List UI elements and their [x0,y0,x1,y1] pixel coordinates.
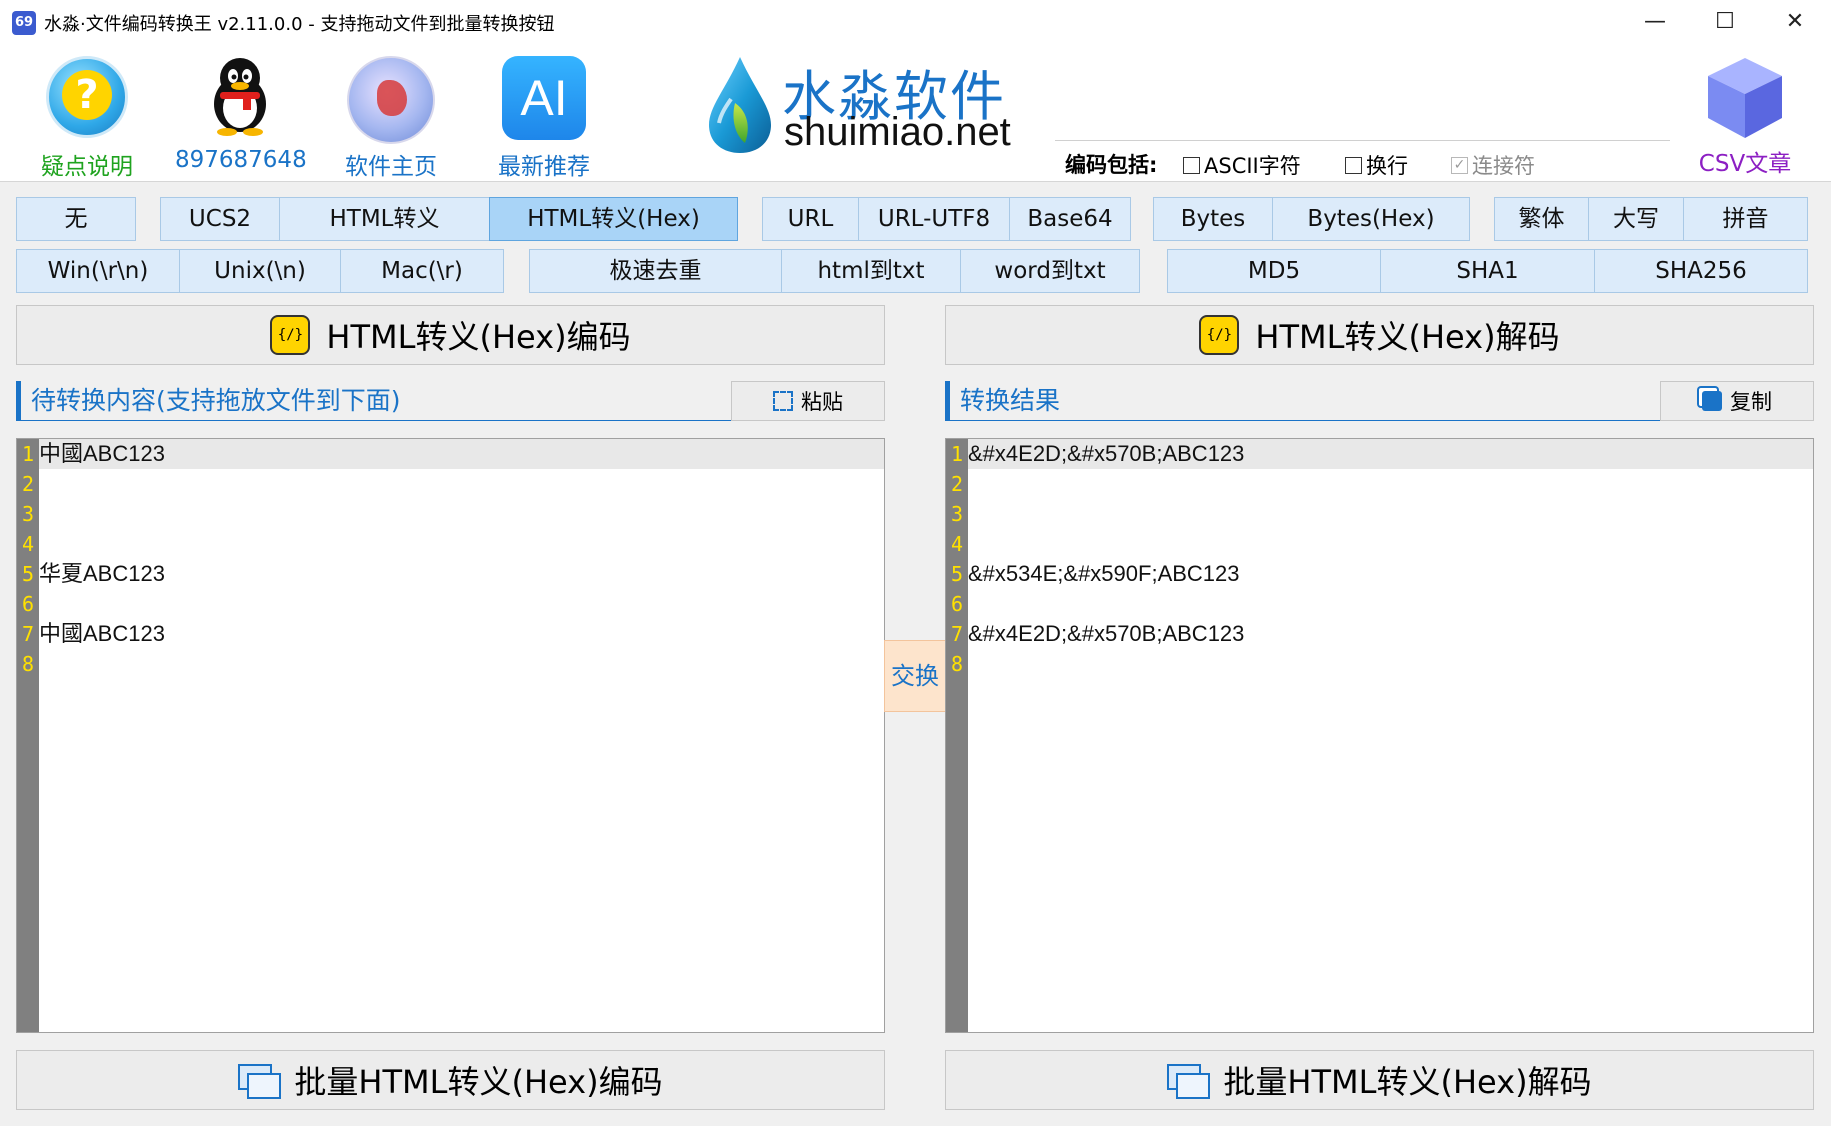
csv-article-link[interactable]: CSV文章 [1690,144,1800,178]
help-label: 疑点说明 [41,154,133,180]
mode-word-to-txt[interactable]: word到txt [960,249,1140,293]
mode-base64[interactable]: Base64 [1009,197,1131,241]
copy-button[interactable]: 复制 [1660,381,1814,421]
output-editor[interactable]: 1 &#x4E2D;&#x570B;ABC123 2 3 4 5 &#x534E;&… [945,438,1814,1033]
mode-fast-dedupe[interactable]: 极速去重 [529,249,782,293]
mode-url-utf8[interactable]: URL-UTF8 [858,197,1010,241]
cube-icon[interactable] [1700,52,1790,142]
ascii-checkbox-label: ASCII字符 [1204,154,1301,178]
mode-uppercase[interactable]: 大写 [1588,197,1684,241]
qq-penguin-icon [214,58,266,136]
checkbox-box[interactable] [1183,156,1200,174]
help-icon: ? [46,56,128,138]
line-text: 华夏ABC123 [39,561,165,586]
checkbox-box[interactable] [1345,156,1362,174]
mode-none[interactable]: 无 [16,197,136,241]
editor-line: 8 [21,652,35,676]
swap-button[interactable]: 交换 [884,640,946,712]
mode-html-to-txt[interactable]: html到txt [781,249,961,293]
editor-line: 6 [21,592,35,616]
batch-decode-button[interactable]: 批量HTML转义(Hex)解码 [945,1050,1814,1110]
encode-button[interactable]: {/} HTML转义(Hex)编码 [16,305,885,365]
homepage-button[interactable]: 软件主页 [326,52,456,182]
mode-unix-lf[interactable]: Unix(\n) [179,249,341,293]
mode-traditional[interactable]: 繁体 [1494,197,1589,241]
decode-button[interactable]: {/} HTML转义(Hex)解码 [945,305,1814,365]
line-text: 中國ABC123 [39,621,165,646]
qq-button[interactable]: 897687648 [175,52,307,182]
editor-line: 8 [950,652,964,676]
recommend-button[interactable]: AI 最新推荐 [479,52,609,182]
app-icon: 69 [12,11,36,35]
ai-icon: AI [502,56,586,140]
editor-line: 3 [950,502,964,526]
newline-checkbox-label: 换行 [1366,154,1408,178]
mode-html-escape-hex[interactable]: HTML转义(Hex) [489,197,738,241]
mode-html-escape[interactable]: HTML转义 [279,197,490,241]
newline-checkbox[interactable]: 换行 [1345,150,1408,180]
copy-icon [1702,391,1722,411]
join-checkbox: ✓ 连接符 [1451,150,1535,180]
globe-icon [347,56,435,144]
mode-ucs2[interactable]: UCS2 [160,197,280,241]
mode-bytes[interactable]: Bytes [1153,197,1273,241]
editor-line: 6 [950,592,964,616]
editor-line: 5 华夏ABC123 [21,561,165,586]
mode-bytes-hex[interactable]: Bytes(Hex) [1272,197,1470,241]
paste-button[interactable]: 粘贴 [731,381,885,421]
mode-sha256[interactable]: SHA256 [1594,249,1808,293]
encode-button-label: HTML转义(Hex)编码 [326,318,631,356]
batch-files-icon [238,1064,282,1099]
help-button[interactable]: ? 疑点说明 [22,52,152,182]
editor-line: 4 [950,532,964,556]
mode-md5[interactable]: MD5 [1167,249,1381,293]
editor-line: 2 [950,472,964,496]
batch-encode-button[interactable]: 批量HTML转义(Hex)编码 [16,1050,885,1110]
editor-line: 4 [21,532,35,556]
input-editor[interactable]: 1 中國ABC123 2 3 4 5 华夏ABC123 6 7 中國ABC123 8 [16,438,885,1033]
recommend-label: 最新推荐 [498,154,590,180]
batch-encode-label: 批量HTML转义(Hex)编码 [294,1063,663,1101]
editor-line: 3 [21,502,35,526]
close-button[interactable]: ✕ [1760,0,1830,44]
batch-decode-label: 批量HTML转义(Hex)解码 [1223,1063,1592,1101]
output-panel-title: 转换结果 [945,381,1660,421]
line-text: &#x534E;&#x590F;ABC123 [968,561,1240,586]
ascii-checkbox[interactable]: ASCII字符 [1183,150,1301,180]
logo-drop-icon [709,57,771,153]
mode-url[interactable]: URL [762,197,859,241]
mode-mac-cr[interactable]: Mac(\r) [340,249,504,293]
window-title: 水淼·文件编码转换王 v2.11.0.0 - 支持拖动文件到批量转换按钮 [44,14,555,35]
editor-line: 1 &#x4E2D;&#x570B;ABC123 [950,441,1245,466]
qq-label: 897687648 [175,147,307,173]
checkbox-box-checked: ✓ [1451,156,1468,174]
line-text: &#x4E2D;&#x570B;ABC123 [968,621,1245,646]
editor-line: 7 &#x4E2D;&#x570B;ABC123 [950,621,1245,646]
encoding-options: 编码包括: ASCII字符 换行 ✓ 连接符 [1055,140,1670,180]
mode-sha1[interactable]: SHA1 [1380,249,1595,293]
line-text: 中國ABC123 [39,441,165,466]
mode-pinyin[interactable]: 拼音 [1683,197,1808,241]
editor-line: 7 中國ABC123 [21,621,165,646]
mode-win-crlf[interactable]: Win(\r\n) [16,249,180,293]
maximize-button[interactable]: ☐ [1690,0,1760,44]
decode-button-label: HTML转义(Hex)解码 [1255,318,1560,356]
input-panel-title: 待转换内容(支持拖放文件到下面) [16,381,731,421]
editor-line: 5 &#x534E;&#x590F;ABC123 [950,561,1240,586]
copy-button-label: 复制 [1730,390,1772,414]
encoding-label: 编码包括: [1065,153,1158,177]
homepage-label: 软件主页 [345,154,437,180]
line-text: &#x4E2D;&#x570B;ABC123 [968,441,1245,466]
editor-line: 1 中國ABC123 [21,441,165,466]
paste-button-label: 粘贴 [801,390,843,414]
join-checkbox-label: 连接符 [1472,154,1535,178]
code-icon: {/} [1199,315,1240,355]
minimize-button[interactable]: — [1620,0,1690,44]
editor-line: 2 [21,472,35,496]
code-icon: {/} [270,315,311,355]
paste-icon [773,391,793,411]
logo-domain-text: shuimiao.net [784,110,1011,154]
batch-files-icon [1167,1064,1211,1099]
